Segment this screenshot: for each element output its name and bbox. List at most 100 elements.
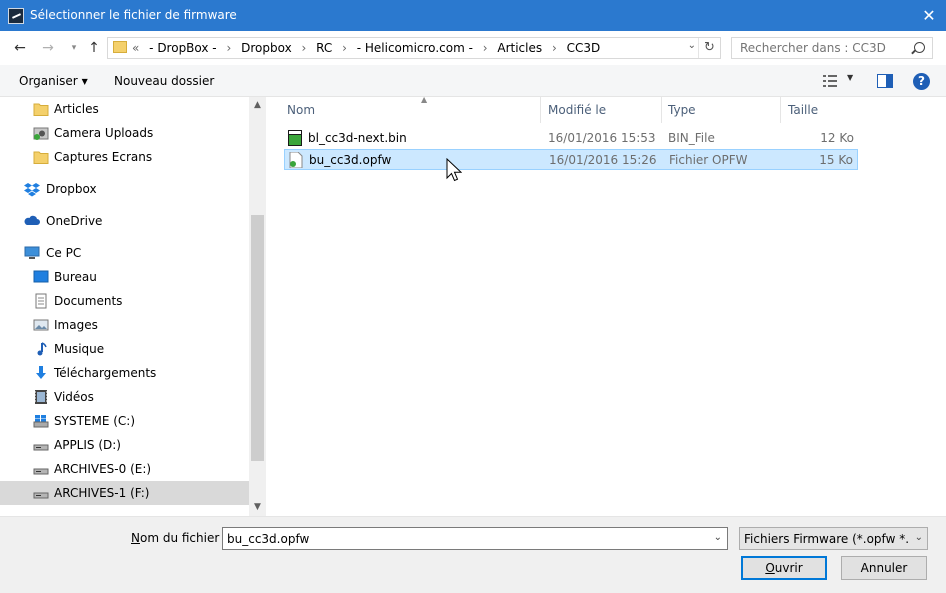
sidebar-item-telechargements[interactable]: Téléchargements (0, 361, 249, 385)
sidebar-item-images[interactable]: Images (0, 313, 249, 337)
new-folder-button[interactable]: Nouveau dossier (114, 74, 214, 88)
chevron-down-icon[interactable]: ⌄ (714, 532, 722, 543)
sidebar-item-ce-pc[interactable]: Ce PC (0, 241, 249, 265)
breadcrumb-overflow[interactable]: « (132, 41, 139, 55)
filename-combobox[interactable]: ⌄ (222, 527, 728, 550)
sidebar-scrollbar[interactable]: ▲ ▼ (249, 97, 266, 516)
recent-locations-button[interactable]: ▾ (66, 39, 82, 57)
breadcrumb-item[interactable]: Articles (497, 41, 542, 55)
breadcrumb-item[interactable]: - Helicomicro.com - (357, 41, 473, 55)
view-options-icon[interactable] (823, 74, 839, 88)
download-icon (36, 366, 46, 379)
search-input[interactable] (732, 38, 907, 58)
breadcrumb: « - DropBox - › Dropbox › RC › - Helicom… (132, 41, 606, 55)
file-name: bu_cc3d.opfw (309, 153, 392, 167)
column-header-name[interactable]: Nom ▲ (281, 95, 541, 123)
sidebar-item-label: APPLIS (D:) (54, 438, 121, 452)
file-date: 16/01/2016 15:53 (548, 131, 656, 145)
breadcrumb-item[interactable]: RC (316, 41, 332, 55)
breadcrumb-separator[interactable]: › (552, 41, 557, 55)
breadcrumb-separator[interactable]: › (483, 41, 488, 55)
computer-icon (24, 246, 40, 259)
scrollbar-thumb[interactable] (251, 215, 264, 461)
table-row[interactable]: bl_cc3d-next.bin 16/01/2016 15:53 BIN_Fi… (284, 128, 858, 149)
preview-pane-icon[interactable] (877, 74, 893, 88)
folder-icon (33, 103, 49, 116)
address-row: ← → ▾ ↑ « - DropBox - › Dropbox › RC › -… (0, 31, 946, 65)
column-header-type[interactable]: Type (662, 97, 781, 123)
chevron-down-icon: ▼ (81, 77, 88, 86)
back-button[interactable]: ← (12, 39, 28, 57)
cancel-button[interactable]: Annuler (841, 556, 927, 580)
sidebar-item-onedrive[interactable]: OneDrive (0, 209, 249, 233)
breadcrumb-separator[interactable]: › (302, 41, 307, 55)
file-type-select[interactable]: Fichiers Firmware (*.opfw *.bin) ⌄ (739, 527, 928, 550)
column-header-size[interactable]: Taille (782, 97, 862, 123)
file-size: 15 Ko (819, 153, 853, 167)
organize-button[interactable]: Organiser ▼ (19, 74, 88, 88)
column-header-date[interactable]: Modifié le (542, 97, 662, 123)
file-type-value: Fichiers Firmware (*.opfw *.bin) (744, 532, 910, 546)
window-title: Sélectionner le fichier de firmware (30, 8, 237, 22)
sidebar-item-archives-0[interactable]: ARCHIVES-0 (E:) (0, 457, 249, 481)
sidebar-item-bureau[interactable]: Bureau (0, 265, 249, 289)
up-button[interactable]: ↑ (86, 39, 102, 57)
breadcrumb-separator[interactable]: › (342, 41, 347, 55)
refresh-button[interactable]: ↻ (698, 38, 720, 58)
breadcrumb-separator[interactable]: › (226, 41, 231, 55)
scroll-up-icon[interactable]: ▲ (249, 97, 266, 114)
breadcrumb-item[interactable]: - DropBox - (149, 41, 216, 55)
search-box[interactable] (731, 37, 933, 59)
sidebar-item-captures-ecrans[interactable]: Captures Ecrans (0, 145, 249, 169)
sidebar-item-documents[interactable]: Documents (0, 289, 249, 313)
sidebar-item-label: Dropbox (46, 182, 97, 196)
help-icon[interactable]: ? (913, 73, 930, 90)
windows-drive-icon (33, 415, 49, 428)
file-date: 16/01/2016 15:26 (549, 153, 657, 167)
sidebar-item-dropbox[interactable]: Dropbox (0, 177, 249, 201)
column-header-label: Modifié le (548, 103, 607, 117)
filename-label-text: om du fichier : (139, 531, 228, 545)
title-bar: Sélectionner le fichier de firmware ✕ (0, 0, 946, 31)
sidebar-item-camera-uploads[interactable]: Camera Uploads (0, 121, 249, 145)
drive-icon (33, 468, 49, 475)
filename-input[interactable] (223, 528, 703, 549)
breadcrumb-item[interactable]: Dropbox (241, 41, 292, 55)
navigation-pane: Articles Camera Uploads Captures Ecrans … (0, 97, 266, 516)
file-name: bl_cc3d-next.bin (308, 131, 407, 145)
scroll-down-icon[interactable]: ▼ (249, 499, 266, 516)
images-icon (33, 319, 49, 331)
file-type: BIN_File (668, 131, 715, 145)
column-header-label: Nom (287, 103, 316, 117)
music-icon (37, 342, 47, 356)
file-size: 12 Ko (820, 131, 854, 145)
folder-icon (113, 41, 127, 53)
view-dropdown-icon[interactable]: ▼ (847, 73, 853, 82)
forward-button[interactable]: → (40, 39, 56, 57)
open-label: uvrir (774, 561, 803, 575)
table-row[interactable]: bu_cc3d.opfw 16/01/2016 15:26 Fichier OP… (284, 149, 858, 170)
sidebar-item-label: Musique (54, 342, 105, 356)
sidebar-item-archives-1[interactable]: ARCHIVES-1 (F:) (0, 481, 249, 505)
bottom-panel: Nom du fichier : ⌄ Fichiers Firmware (*.… (0, 516, 946, 593)
new-folder-label: Nouveau dossier (114, 74, 215, 88)
drive-icon (33, 444, 49, 451)
address-bar[interactable]: « - DropBox - › Dropbox › RC › - Helicom… (107, 37, 721, 59)
filename-label-accesskey: N (131, 531, 140, 545)
sidebar-item-label: Images (54, 318, 98, 332)
sidebar-item-musique[interactable]: Musique (0, 337, 249, 361)
close-button[interactable]: ✕ (912, 0, 946, 31)
search-icon[interactable] (914, 42, 925, 53)
sidebar-item-articles[interactable]: Articles (0, 97, 249, 121)
breadcrumb-item[interactable]: CC3D (567, 41, 601, 55)
sidebar-item-videos[interactable]: Vidéos (0, 385, 249, 409)
chevron-down-icon[interactable]: ⌄ (915, 532, 923, 543)
sidebar-item-label: Ce PC (46, 246, 82, 260)
sidebar-item-applis[interactable]: APPLIS (D:) (0, 433, 249, 457)
sidebar-item-label: Documents (54, 294, 123, 308)
command-bar: Organiser ▼ Nouveau dossier ▼ ? (0, 65, 946, 97)
open-button[interactable]: Ouvrir (741, 556, 827, 580)
chevron-down-icon[interactable]: ⌄ (688, 40, 696, 51)
camera-folder-icon (33, 127, 49, 140)
sidebar-item-systeme[interactable]: SYSTEME (C:) (0, 409, 249, 433)
